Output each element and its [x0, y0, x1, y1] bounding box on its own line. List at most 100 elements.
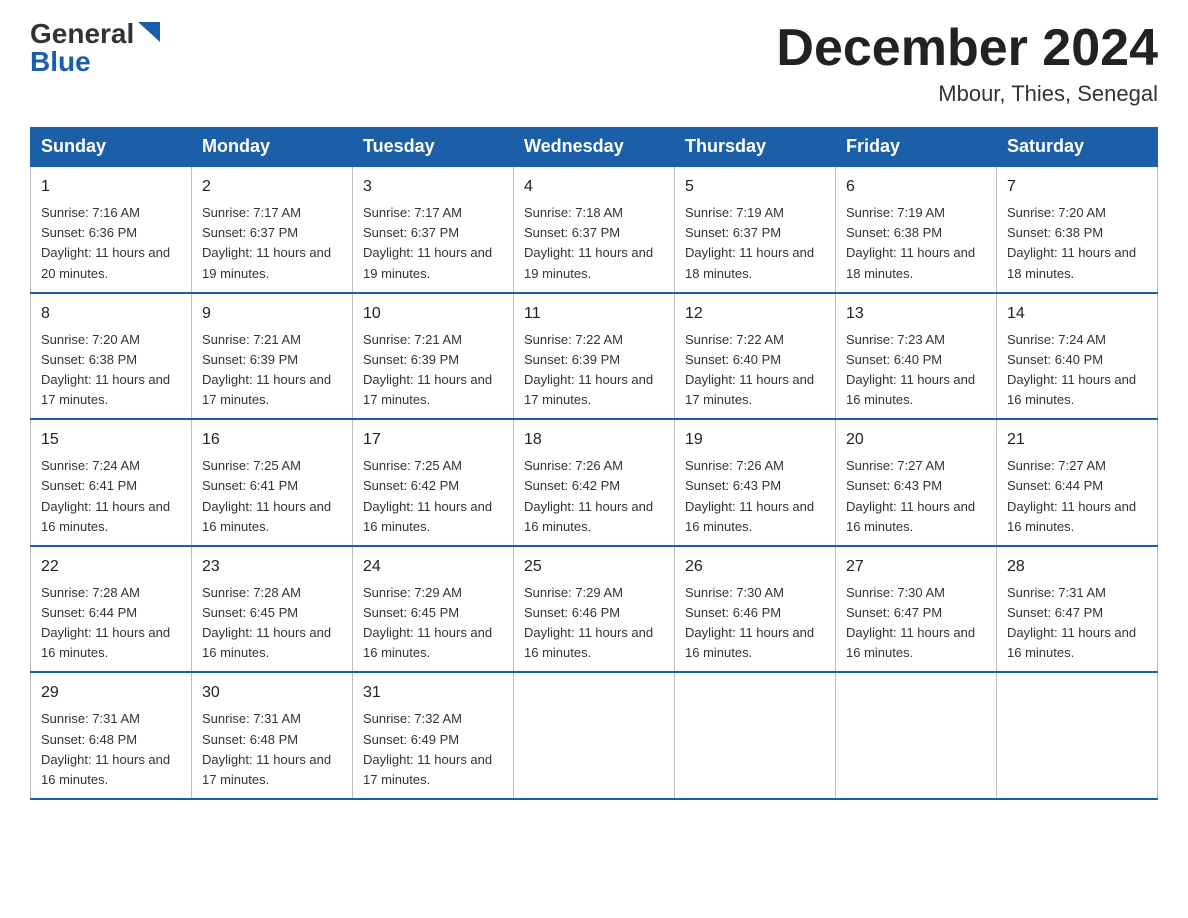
weekday-header-saturday: Saturday [997, 128, 1158, 167]
calendar-cell: 22 Sunrise: 7:28 AM Sunset: 6:44 PM Dayl… [31, 546, 192, 673]
weekday-header-wednesday: Wednesday [514, 128, 675, 167]
day-number: 18 [524, 428, 664, 452]
cell-content: Sunrise: 7:29 AM Sunset: 6:45 PM Dayligh… [363, 583, 503, 664]
sunrise-label: Sunrise: 7:32 AM [363, 711, 462, 726]
cell-content: Sunrise: 7:30 AM Sunset: 6:47 PM Dayligh… [846, 583, 986, 664]
calendar-cell: 2 Sunrise: 7:17 AM Sunset: 6:37 PM Dayli… [192, 166, 353, 293]
sunset-label: Sunset: 6:43 PM [685, 478, 781, 493]
calendar-cell [675, 672, 836, 799]
day-number: 6 [846, 175, 986, 199]
day-number: 5 [685, 175, 825, 199]
cell-content: Sunrise: 7:24 AM Sunset: 6:41 PM Dayligh… [41, 456, 181, 537]
sunrise-label: Sunrise: 7:24 AM [41, 458, 140, 473]
cell-content: Sunrise: 7:17 AM Sunset: 6:37 PM Dayligh… [202, 203, 342, 284]
daylight-label: Daylight: 11 hours and 16 minutes. [41, 752, 170, 787]
daylight-label: Daylight: 11 hours and 16 minutes. [202, 499, 331, 534]
cell-content: Sunrise: 7:26 AM Sunset: 6:42 PM Dayligh… [524, 456, 664, 537]
sunrise-label: Sunrise: 7:25 AM [202, 458, 301, 473]
sunrise-label: Sunrise: 7:16 AM [41, 205, 140, 220]
sunrise-label: Sunrise: 7:24 AM [1007, 332, 1106, 347]
daylight-label: Daylight: 11 hours and 16 minutes. [685, 625, 814, 660]
cell-content: Sunrise: 7:32 AM Sunset: 6:49 PM Dayligh… [363, 709, 503, 790]
day-number: 22 [41, 555, 181, 579]
sunrise-label: Sunrise: 7:22 AM [524, 332, 623, 347]
calendar-cell: 31 Sunrise: 7:32 AM Sunset: 6:49 PM Dayl… [353, 672, 514, 799]
calendar-week-row: 22 Sunrise: 7:28 AM Sunset: 6:44 PM Dayl… [31, 546, 1158, 673]
daylight-label: Daylight: 11 hours and 16 minutes. [202, 625, 331, 660]
sunrise-label: Sunrise: 7:21 AM [202, 332, 301, 347]
day-number: 8 [41, 302, 181, 326]
cell-content: Sunrise: 7:26 AM Sunset: 6:43 PM Dayligh… [685, 456, 825, 537]
cell-content: Sunrise: 7:16 AM Sunset: 6:36 PM Dayligh… [41, 203, 181, 284]
calendar-cell: 14 Sunrise: 7:24 AM Sunset: 6:40 PM Dayl… [997, 293, 1158, 420]
calendar-cell: 4 Sunrise: 7:18 AM Sunset: 6:37 PM Dayli… [514, 166, 675, 293]
daylight-label: Daylight: 11 hours and 18 minutes. [1007, 245, 1136, 280]
weekday-header-friday: Friday [836, 128, 997, 167]
calendar-cell: 30 Sunrise: 7:31 AM Sunset: 6:48 PM Dayl… [192, 672, 353, 799]
daylight-label: Daylight: 11 hours and 17 minutes. [685, 372, 814, 407]
sunrise-label: Sunrise: 7:28 AM [41, 585, 140, 600]
sunset-label: Sunset: 6:38 PM [846, 225, 942, 240]
sunset-label: Sunset: 6:41 PM [41, 478, 137, 493]
month-title: December 2024 [776, 20, 1158, 77]
day-number: 19 [685, 428, 825, 452]
sunrise-label: Sunrise: 7:30 AM [685, 585, 784, 600]
day-number: 27 [846, 555, 986, 579]
calendar-cell: 1 Sunrise: 7:16 AM Sunset: 6:36 PM Dayli… [31, 166, 192, 293]
daylight-label: Daylight: 11 hours and 17 minutes. [202, 372, 331, 407]
sunset-label: Sunset: 6:37 PM [363, 225, 459, 240]
calendar-cell: 5 Sunrise: 7:19 AM Sunset: 6:37 PM Dayli… [675, 166, 836, 293]
calendar-cell: 17 Sunrise: 7:25 AM Sunset: 6:42 PM Dayl… [353, 419, 514, 546]
calendar-cell: 13 Sunrise: 7:23 AM Sunset: 6:40 PM Dayl… [836, 293, 997, 420]
sunrise-label: Sunrise: 7:29 AM [524, 585, 623, 600]
daylight-label: Daylight: 11 hours and 17 minutes. [363, 752, 492, 787]
cell-content: Sunrise: 7:31 AM Sunset: 6:47 PM Dayligh… [1007, 583, 1147, 664]
sunrise-label: Sunrise: 7:31 AM [41, 711, 140, 726]
daylight-label: Daylight: 11 hours and 16 minutes. [846, 625, 975, 660]
logo-blue: Blue [30, 48, 91, 76]
sunset-label: Sunset: 6:44 PM [1007, 478, 1103, 493]
weekday-header-sunday: Sunday [31, 128, 192, 167]
calendar-cell: 9 Sunrise: 7:21 AM Sunset: 6:39 PM Dayli… [192, 293, 353, 420]
sunset-label: Sunset: 6:47 PM [1007, 605, 1103, 620]
cell-content: Sunrise: 7:29 AM Sunset: 6:46 PM Dayligh… [524, 583, 664, 664]
day-number: 17 [363, 428, 503, 452]
daylight-label: Daylight: 11 hours and 16 minutes. [41, 499, 170, 534]
calendar-cell: 25 Sunrise: 7:29 AM Sunset: 6:46 PM Dayl… [514, 546, 675, 673]
day-number: 1 [41, 175, 181, 199]
calendar-cell: 18 Sunrise: 7:26 AM Sunset: 6:42 PM Dayl… [514, 419, 675, 546]
cell-content: Sunrise: 7:20 AM Sunset: 6:38 PM Dayligh… [41, 330, 181, 411]
sunset-label: Sunset: 6:47 PM [846, 605, 942, 620]
calendar-cell: 24 Sunrise: 7:29 AM Sunset: 6:45 PM Dayl… [353, 546, 514, 673]
calendar-week-row: 1 Sunrise: 7:16 AM Sunset: 6:36 PM Dayli… [31, 166, 1158, 293]
calendar-table: SundayMondayTuesdayWednesdayThursdayFrid… [30, 127, 1158, 800]
sunrise-label: Sunrise: 7:19 AM [846, 205, 945, 220]
logo: General Blue [30, 20, 160, 76]
sunset-label: Sunset: 6:40 PM [846, 352, 942, 367]
page-header: General Blue December 2024 Mbour, Thies,… [30, 20, 1158, 107]
sunset-label: Sunset: 6:36 PM [41, 225, 137, 240]
day-number: 7 [1007, 175, 1147, 199]
cell-content: Sunrise: 7:20 AM Sunset: 6:38 PM Dayligh… [1007, 203, 1147, 284]
day-number: 4 [524, 175, 664, 199]
daylight-label: Daylight: 11 hours and 19 minutes. [363, 245, 492, 280]
daylight-label: Daylight: 11 hours and 16 minutes. [1007, 499, 1136, 534]
daylight-label: Daylight: 11 hours and 19 minutes. [524, 245, 653, 280]
sunset-label: Sunset: 6:43 PM [846, 478, 942, 493]
daylight-label: Daylight: 11 hours and 17 minutes. [363, 372, 492, 407]
calendar-cell: 15 Sunrise: 7:24 AM Sunset: 6:41 PM Dayl… [31, 419, 192, 546]
cell-content: Sunrise: 7:23 AM Sunset: 6:40 PM Dayligh… [846, 330, 986, 411]
day-number: 24 [363, 555, 503, 579]
day-number: 31 [363, 681, 503, 705]
cell-content: Sunrise: 7:24 AM Sunset: 6:40 PM Dayligh… [1007, 330, 1147, 411]
sunrise-label: Sunrise: 7:25 AM [363, 458, 462, 473]
calendar-cell: 19 Sunrise: 7:26 AM Sunset: 6:43 PM Dayl… [675, 419, 836, 546]
sunset-label: Sunset: 6:42 PM [524, 478, 620, 493]
sunset-label: Sunset: 6:46 PM [524, 605, 620, 620]
calendar-cell [836, 672, 997, 799]
sunset-label: Sunset: 6:45 PM [202, 605, 298, 620]
calendar-cell: 20 Sunrise: 7:27 AM Sunset: 6:43 PM Dayl… [836, 419, 997, 546]
sunset-label: Sunset: 6:44 PM [41, 605, 137, 620]
sunrise-label: Sunrise: 7:17 AM [202, 205, 301, 220]
day-number: 28 [1007, 555, 1147, 579]
